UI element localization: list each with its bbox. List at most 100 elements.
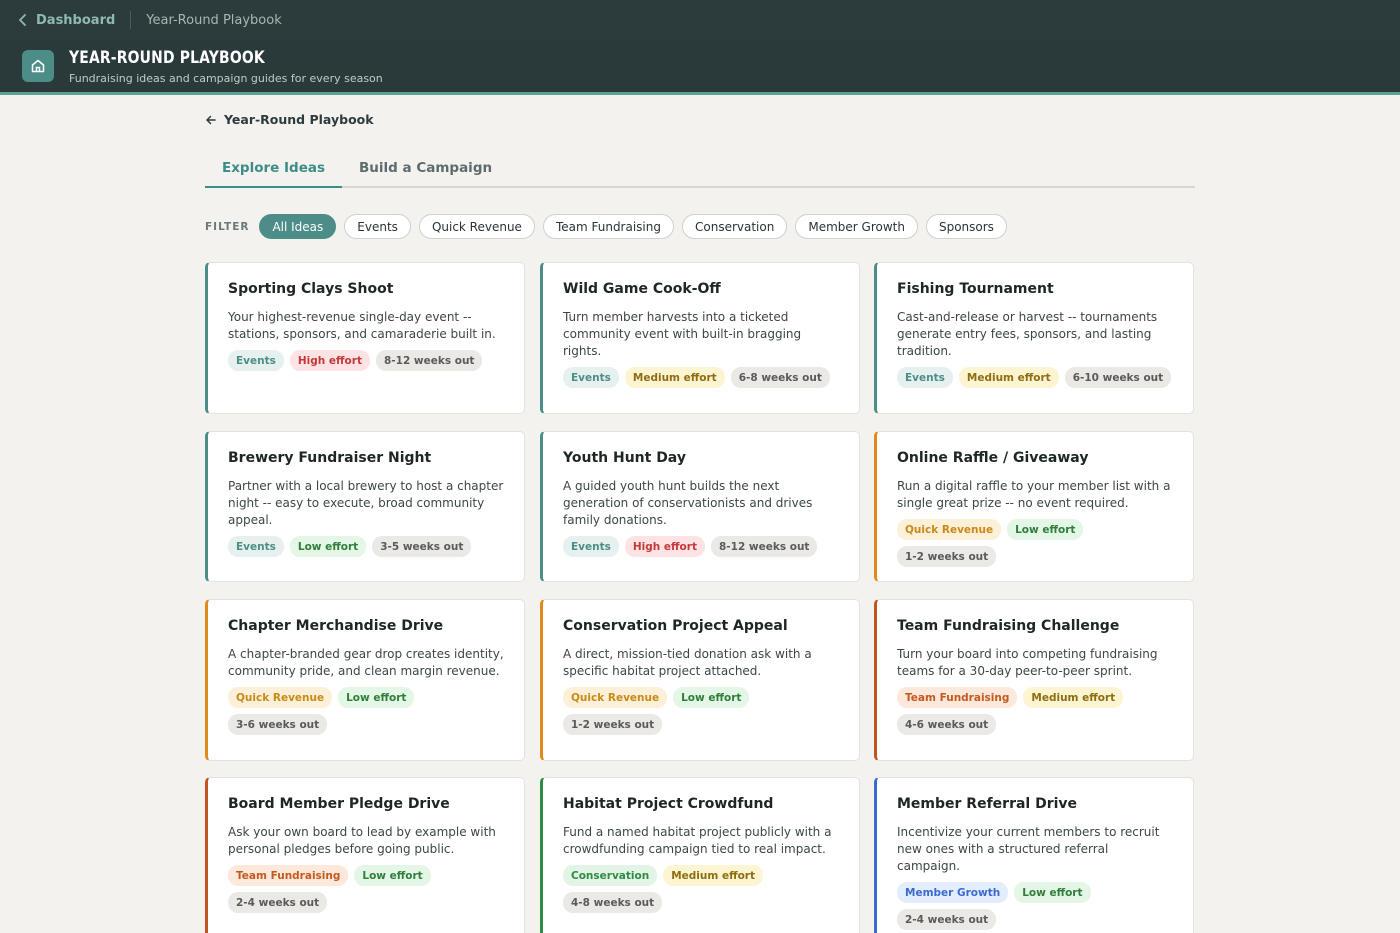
category-tag: Quick Revenue	[228, 687, 333, 708]
timeline-tag: 2-4 weeks out	[897, 909, 997, 930]
card-tags: Conservation Medium effort 4-8 weeks out	[563, 865, 839, 913]
category-tag: Events	[228, 350, 284, 371]
card-tags: Quick Revenue Low effort 1-2 weeks out	[897, 519, 1173, 567]
idea-card[interactable]: Fishing Tournament Cast-and-release or h…	[874, 262, 1194, 414]
card-tags: Events Low effort 3-5 weeks out	[228, 536, 504, 557]
timeline-tag: 8-12 weeks out	[710, 536, 818, 557]
effort-tag: Low effort	[338, 687, 415, 708]
filter-chip-member-growth[interactable]: Member Growth	[795, 214, 918, 239]
breadcrumb-divider	[130, 11, 132, 29]
card-title: Youth Hunt Day	[563, 450, 686, 466]
card-description: Your highest-revenue single-day event --…	[228, 310, 496, 341]
idea-card[interactable]: Board Member Pledge Drive Ask your own b…	[205, 777, 525, 933]
card-title: Board Member Pledge Drive	[228, 796, 450, 812]
card-description: Partner with a local brewery to host a c…	[228, 479, 504, 527]
card-description: A direct, mission-tied donation ask with…	[563, 647, 812, 678]
effort-tag: Low effort	[1007, 519, 1084, 540]
card-tags: Events High effort 8-12 weeks out	[228, 350, 504, 371]
header-text: YEAR-ROUND PLAYBOOK Fundraising ideas an…	[69, 48, 383, 85]
timeline-tag: 1-2 weeks out	[563, 714, 663, 735]
card-title: Member Referral Drive	[897, 796, 1078, 812]
effort-tag: Medium effort	[958, 367, 1059, 388]
idea-card[interactable]: Online Raffle / Giveaway Run a digital r…	[874, 431, 1194, 582]
effort-tag: Low effort	[1014, 882, 1091, 903]
card-description: A chapter-branded gear drop creates iden…	[228, 647, 504, 678]
category-tag: Team Fundraising	[228, 865, 349, 886]
card-tags: Team Fundraising Low effort 2-4 weeks ou…	[228, 865, 504, 913]
card-title: Wild Game Cook-Off	[563, 281, 721, 297]
card-tags: Events High effort 8-12 weeks out	[563, 536, 839, 557]
category-tag: Quick Revenue	[897, 519, 1002, 540]
card-tags: Quick Revenue Low effort 3-6 weeks out	[228, 687, 504, 735]
app-logo	[22, 50, 54, 82]
card-tags: Events Medium effort 6-10 weeks out	[897, 367, 1173, 388]
card-tags: Quick Revenue Low effort 1-2 weeks out	[563, 687, 839, 735]
card-title: Habitat Project Crowdfund	[563, 796, 774, 812]
category-tag: Quick Revenue	[563, 687, 668, 708]
tab-explore-ideas[interactable]: Explore Ideas	[205, 150, 342, 188]
filter-chip-all-ideas[interactable]: All Ideas	[259, 214, 337, 239]
card-title: Fishing Tournament	[897, 281, 1054, 297]
idea-card[interactable]: Wild Game Cook-Off Turn member harvests …	[540, 262, 860, 414]
breadcrumb-current: Year-Round Playbook	[146, 12, 282, 28]
home-icon	[31, 59, 45, 73]
timeline-tag: 4-8 weeks out	[563, 892, 663, 913]
card-description: Turn your board into competing fundraisi…	[897, 647, 1158, 678]
card-description: Incentivize your current members to recr…	[897, 825, 1160, 873]
timeline-tag: 4-6 weeks out	[897, 714, 997, 735]
effort-tag: Medium effort	[1023, 687, 1124, 708]
card-title: Team Fundraising Challenge	[897, 618, 1120, 634]
card-description: Ask your own board to lead by example wi…	[228, 825, 496, 856]
card-title: Sporting Clays Shoot	[228, 281, 394, 297]
effort-tag: High effort	[289, 350, 370, 371]
idea-card[interactable]: Conservation Project Appeal A direct, mi…	[540, 599, 860, 761]
timeline-tag: 2-4 weeks out	[228, 892, 328, 913]
idea-card[interactable]: Sporting Clays Shoot Your highest-revenu…	[205, 262, 525, 414]
card-title: Chapter Merchandise Drive	[228, 618, 444, 634]
dashboard-back-link[interactable]: Dashboard	[18, 13, 115, 28]
timeline-tag: 8-12 weeks out	[375, 350, 483, 371]
playbook-back-link[interactable]: Year-Round Playbook	[205, 112, 374, 127]
filter-chip-team-fundraising[interactable]: Team Fundraising	[542, 214, 674, 239]
idea-card[interactable]: Team Fundraising Challenge Turn your boa…	[874, 599, 1194, 761]
filter-bar: FILTER All Ideas Events Quick Revenue Te…	[205, 214, 1007, 239]
tab-bar: Explore Ideas Build a Campaign	[205, 150, 1195, 188]
card-description: Run a digital raffle to your member list…	[897, 479, 1171, 510]
filter-chip-quick-revenue[interactable]: Quick Revenue	[418, 214, 535, 239]
timeline-tag: 3-6 weeks out	[228, 714, 328, 735]
idea-card[interactable]: Chapter Merchandise Drive A chapter-bran…	[205, 599, 525, 761]
category-tag: Member Growth	[897, 882, 1009, 903]
idea-card[interactable]: Brewery Fundraiser Night Partner with a …	[205, 431, 525, 582]
arrow-left-icon	[206, 115, 216, 124]
timeline-tag: 3-5 weeks out	[372, 536, 472, 557]
idea-card[interactable]: Member Referral Drive Incentivize your c…	[874, 777, 1194, 933]
page-title: YEAR-ROUND PLAYBOOK	[69, 47, 265, 68]
effort-tag: High effort	[624, 536, 705, 557]
filter-chip-conservation[interactable]: Conservation	[682, 214, 788, 239]
filter-chip-events[interactable]: Events	[344, 214, 411, 239]
dashboard-link-label: Dashboard	[36, 12, 116, 28]
effort-tag: Medium effort	[663, 865, 763, 886]
tab-build-campaign[interactable]: Build a Campaign	[342, 150, 509, 188]
filter-chip-sponsors[interactable]: Sponsors	[925, 214, 1007, 239]
timeline-tag: 6-8 weeks out	[730, 367, 830, 388]
card-tags: Team Fundraising Medium effort 4-6 weeks…	[897, 687, 1173, 735]
effort-tag: Low effort	[289, 536, 367, 557]
effort-tag: Low effort	[673, 687, 750, 708]
effort-tag: Medium effort	[624, 367, 725, 388]
timeline-tag: 1-2 weeks out	[897, 546, 997, 567]
page-header: YEAR-ROUND PLAYBOOK Fundraising ideas an…	[0, 40, 1400, 95]
chevron-left-icon	[19, 14, 26, 26]
category-tag: Events	[897, 367, 953, 388]
card-title: Online Raffle / Giveaway	[897, 450, 1089, 466]
category-tag: Events	[228, 536, 284, 557]
card-tags: Events Medium effort 6-8 weeks out	[563, 367, 839, 388]
idea-card[interactable]: Habitat Project Crowdfund Fund a named h…	[540, 777, 860, 933]
card-description: Fund a named habitat project publicly wi…	[563, 825, 832, 856]
category-tag: Events	[563, 367, 619, 388]
idea-card[interactable]: Youth Hunt Day A guided youth hunt build…	[540, 431, 860, 582]
category-tag: Team Fundraising	[897, 687, 1018, 708]
card-title: Conservation Project Appeal	[563, 618, 788, 634]
card-description: A guided youth hunt builds the next gene…	[563, 479, 813, 527]
back-link-label: Year-Round Playbook	[224, 112, 374, 127]
